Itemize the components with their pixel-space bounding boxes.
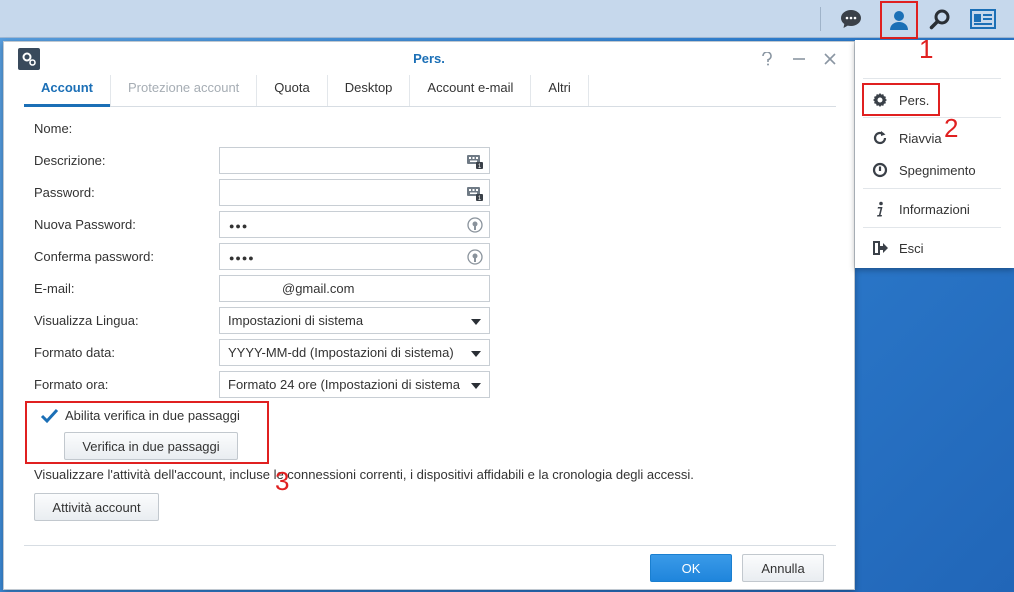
- language-label: Visualizza Lingua:: [34, 313, 139, 328]
- ok-button[interactable]: OK: [650, 554, 732, 582]
- widget-icon[interactable]: [967, 3, 999, 35]
- close-icon[interactable]: [821, 50, 839, 68]
- password-input[interactable]: [220, 180, 450, 205]
- menu-divider: [863, 188, 1001, 189]
- time-format-value: Formato 24 ore (Impostazioni di sistema): [228, 377, 460, 392]
- minimize-icon[interactable]: [790, 50, 808, 68]
- password-strength-icon[interactable]: [467, 249, 483, 265]
- chat-icon[interactable]: [835, 3, 867, 35]
- password-label: Password:: [34, 185, 95, 200]
- confirm-password-label: Conferma password:: [34, 249, 154, 264]
- gear-icon: [870, 90, 890, 110]
- tab-account[interactable]: Account: [24, 75, 111, 107]
- menu-item-label: Pers.: [899, 92, 930, 108]
- restart-icon: [870, 128, 890, 148]
- footer-divider: [24, 545, 836, 546]
- new-password-mask: ●●●: [229, 221, 249, 231]
- menu-item-label: Esci: [899, 240, 924, 256]
- activity-description: Visualizzare l'attività dell'account, in…: [34, 467, 694, 482]
- keyboard-icon[interactable]: 1: [467, 185, 483, 202]
- menu-divider: [863, 78, 1001, 79]
- email-field[interactable]: @gmail.com: [219, 275, 490, 302]
- menu-item-shutdown[interactable]: Spegnimento: [863, 157, 1009, 183]
- date-format-label: Formato data:: [34, 345, 115, 360]
- menu-item-logout[interactable]: Esci: [863, 235, 1009, 261]
- tab-account-protection[interactable]: Protezione account: [111, 75, 258, 106]
- time-format-select[interactable]: Formato 24 ore (Impostazioni di sistema): [219, 371, 490, 398]
- email-label: E-mail:: [34, 281, 75, 296]
- time-format-label: Formato ora:: [34, 377, 109, 392]
- menu-item-personal[interactable]: Pers.: [863, 87, 1009, 113]
- name-label: Nome:: [34, 121, 73, 136]
- annotation-step-2: 2: [944, 113, 959, 143]
- info-icon: [870, 199, 890, 219]
- logout-icon: [870, 238, 890, 258]
- user-menu: Pers. Riavvia Spegnimento Informazioni E…: [855, 40, 1014, 268]
- menu-item-label: Riavvia: [899, 130, 942, 146]
- date-format-value: YYYY-MM-dd (Impostazioni di sistema): [228, 345, 454, 360]
- personal-settings-dialog: Pers. Account Protezione account Quota D…: [3, 41, 855, 590]
- annotation-step-3: 3: [275, 466, 290, 496]
- dialog-title: Pers.: [413, 51, 445, 66]
- email-value: @gmail.com: [282, 281, 355, 296]
- keyboard-icon[interactable]: 1: [467, 153, 483, 170]
- tab-desktop[interactable]: Desktop: [328, 75, 411, 106]
- user-icon[interactable]: [880, 1, 918, 39]
- help-icon[interactable]: [758, 50, 776, 68]
- dialog-titlebar[interactable]: Pers.: [4, 42, 854, 75]
- taskbar: [0, 0, 1014, 39]
- tab-bar: Account Protezione account Quota Desktop…: [24, 75, 836, 107]
- confirm-password-mask: ●●●●: [229, 253, 255, 263]
- annotation-step-1: 1: [919, 34, 934, 64]
- description-field[interactable]: 1: [219, 147, 490, 174]
- menu-divider: [863, 227, 1001, 228]
- date-format-select[interactable]: YYYY-MM-dd (Impostazioni di sistema): [219, 339, 490, 366]
- password-strength-icon[interactable]: [467, 217, 483, 233]
- two-step-verify-button[interactable]: Verifica in due passaggi: [64, 432, 238, 460]
- two-step-checkbox[interactable]: [40, 408, 59, 424]
- power-icon: [870, 160, 890, 180]
- chevron-down-icon[interactable]: [471, 319, 481, 325]
- new-password-label: Nuova Password:: [34, 217, 136, 232]
- description-label: Descrizione:: [34, 153, 106, 168]
- taskbar-separator: [820, 7, 821, 31]
- tab-email-account[interactable]: Account e-mail: [410, 75, 532, 106]
- tab-others[interactable]: Altri: [531, 75, 589, 106]
- description-input[interactable]: [220, 148, 450, 173]
- menu-item-info[interactable]: Informazioni: [863, 196, 1009, 222]
- two-step-checkbox-label[interactable]: Abilita verifica in due passaggi: [65, 408, 240, 423]
- menu-item-label: Informazioni: [899, 201, 970, 217]
- language-value: Impostazioni di sistema: [228, 313, 364, 328]
- password-field[interactable]: 1: [219, 179, 490, 206]
- menu-divider: [863, 117, 1001, 118]
- tab-quota[interactable]: Quota: [257, 75, 328, 106]
- chevron-down-icon[interactable]: [471, 383, 481, 389]
- new-password-field[interactable]: ●●●: [219, 211, 490, 238]
- menu-item-label: Spegnimento: [899, 162, 976, 178]
- menu-item-restart[interactable]: Riavvia: [863, 125, 1009, 151]
- confirm-password-field[interactable]: ●●●●: [219, 243, 490, 270]
- chevron-down-icon[interactable]: [471, 351, 481, 357]
- language-select[interactable]: Impostazioni di sistema: [219, 307, 490, 334]
- search-icon[interactable]: [924, 3, 956, 35]
- cancel-button[interactable]: Annulla: [742, 554, 824, 582]
- account-activity-button[interactable]: Attività account: [34, 493, 159, 521]
